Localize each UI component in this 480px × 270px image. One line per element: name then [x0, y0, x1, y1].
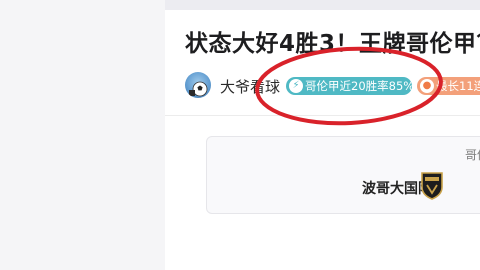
match-card[interactable]: 哥伦 波哥大国际 [206, 136, 480, 214]
streak-label: 最长11连 [436, 79, 480, 93]
author-name[interactable]: 大爷看球 [220, 76, 280, 97]
win-rate-label: 哥伦甲近20胜率85% [305, 79, 412, 93]
team-crest-icon [421, 172, 443, 200]
league-label: 哥伦 [465, 148, 480, 162]
article-title: 状态大好4胜3！王牌哥伦甲？ [185, 31, 480, 57]
lightning-icon: ⚡ [289, 79, 303, 93]
football-avatar-icon[interactable] [185, 72, 211, 98]
streak-badge[interactable]: ● 最长11连 [417, 77, 480, 95]
author-row: 大爷看球 ⚡ 哥伦甲近20胜率85% ● 最长11连 [185, 72, 480, 102]
left-sidebar [0, 0, 165, 270]
flame-icon: ● [420, 79, 434, 93]
section-divider [165, 115, 480, 116]
win-rate-badge[interactable]: ⚡ 哥伦甲近20胜率85% [286, 77, 412, 95]
